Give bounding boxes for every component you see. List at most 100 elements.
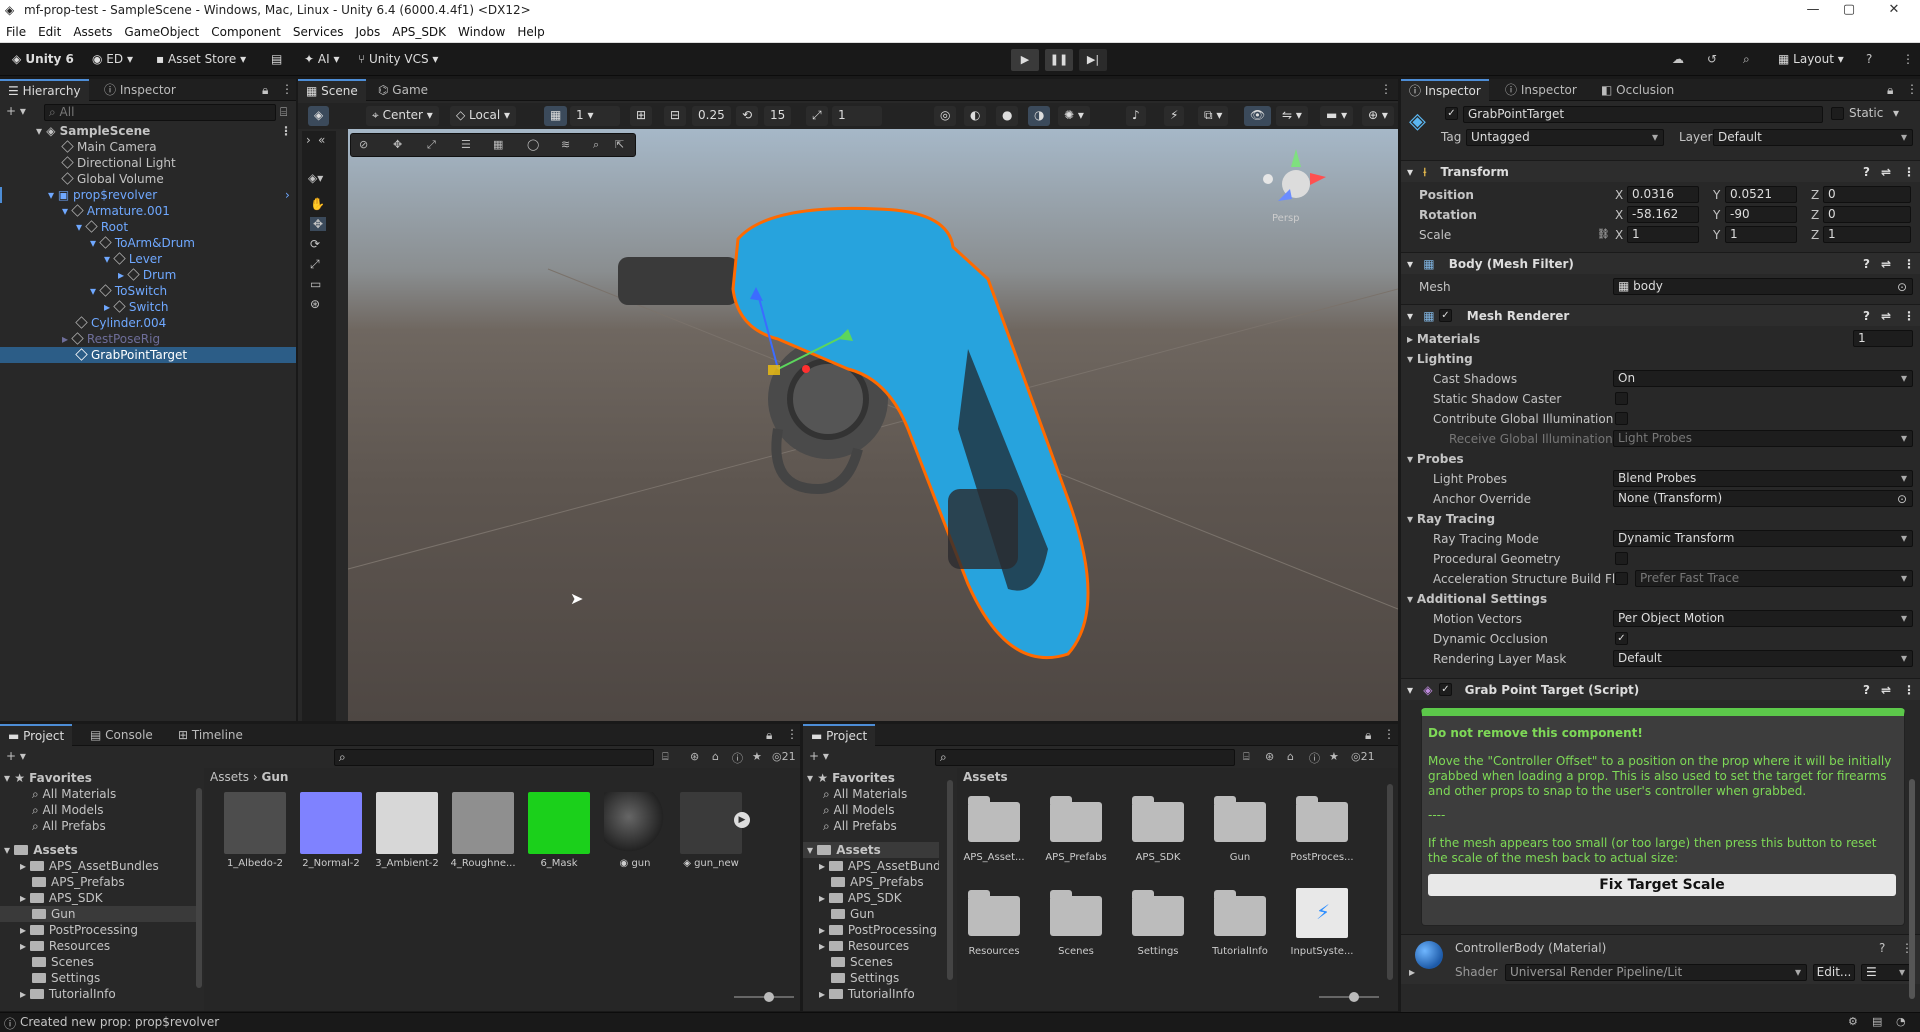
overlay-tool-9-icon[interactable]: ⇱: [615, 138, 624, 151]
collapse-arrow-icon[interactable]: ▸: [20, 923, 30, 937]
tab-game[interactable]: ⌬ Game: [370, 79, 436, 101]
materials-row[interactable]: ▸ Materials 1: [1401, 329, 1920, 349]
proc-geo-checkbox[interactable]: [1615, 552, 1628, 565]
object-name-field[interactable]: GrabPointTarget: [1463, 106, 1823, 123]
foldout-arrow-icon[interactable]: ▾: [1407, 309, 1413, 323]
static-dropdown-icon[interactable]: ▾: [1893, 106, 1899, 120]
asset-folder-aps-assetbundles[interactable]: APS_Asset...: [959, 790, 1029, 863]
effects-icon[interactable]: ✺ ▾: [1058, 106, 1090, 126]
expand-arrow-icon[interactable]: ▾: [62, 204, 72, 218]
folder-tutorialinfo[interactable]: ▸ TutorialInfo: [803, 986, 939, 1002]
tree-item-main-camera[interactable]: Main Camera: [0, 139, 296, 155]
favorite-star-icon[interactable]: ★: [1329, 750, 1339, 763]
folder-tutorialinfo[interactable]: ▸ TutorialInfo: [0, 986, 196, 1002]
favorite-all-models[interactable]: ⌕ All Models: [0, 802, 196, 818]
tree-item-prop-revolver[interactable]: ▾ ▣ prop$revolver ›: [0, 187, 296, 203]
history-icon[interactable]: ↺: [1707, 52, 1717, 66]
transform-tool-icon[interactable]: ⊛: [310, 297, 320, 311]
tab-scene[interactable]: ▦ Scene: [298, 79, 366, 101]
fix-target-scale-button[interactable]: Fix Target Scale: [1428, 874, 1896, 896]
collapse-arrow-icon[interactable]: ▸: [62, 332, 72, 346]
static-shadow-checkbox[interactable]: [1615, 392, 1628, 405]
collapse-tools-icon[interactable]: ›: [306, 133, 311, 147]
folder-settings[interactable]: Settings: [803, 970, 939, 986]
cast-shadows-dropdown[interactable]: On: [1613, 370, 1913, 387]
lock-icon[interactable]: 🔒︎: [766, 728, 772, 743]
project-search-input[interactable]: ⌕: [334, 749, 654, 766]
increment-snap-icon[interactable]: ⊟: [664, 106, 687, 126]
grid-snap-icon[interactable]: ⊞: [630, 106, 653, 126]
object-tools-dropdown[interactable]: ◈▾: [308, 171, 323, 185]
mesh-renderer-enabled-checkbox[interactable]: ✓: [1439, 309, 1452, 322]
rt-mode-dropdown[interactable]: Dynamic Transform: [1613, 530, 1913, 547]
breadcrumb-assets[interactable]: Assets: [210, 770, 249, 784]
ai-dropdown[interactable]: ✦ AI ▾: [298, 50, 345, 70]
component-menu-icon[interactable]: ⋮: [1903, 305, 1915, 327]
pause-button[interactable]: ❚❚: [1045, 49, 1073, 71]
asset-folder-settings[interactable]: Settings: [1123, 884, 1193, 957]
scale-snap-field[interactable]: 1: [832, 106, 882, 126]
revolver-model[interactable]: [618, 206, 1090, 660]
panel-menu-icon[interactable]: ⋮: [281, 82, 293, 96]
grid-size-field[interactable]: 1 ▾: [570, 106, 620, 126]
collapse-arrow-icon[interactable]: ▸: [20, 987, 30, 1001]
script-header[interactable]: ▾ ◈ ✓ Grab Point Target (Script) ? ⇌ ⋮: [1401, 678, 1920, 700]
shader-edit-button[interactable]: Edit...: [1813, 964, 1855, 981]
constrain-scale-icon[interactable]: ⛓: [1597, 225, 1610, 245]
foldout-arrow-icon[interactable]: ▾: [1407, 683, 1413, 697]
folder-aps-sdk[interactable]: ▸ APS_SDK: [0, 890, 196, 906]
asset-grid-scrollbar[interactable]: [1387, 784, 1393, 980]
fx-icon[interactable]: ⚡: [1164, 106, 1185, 126]
lit-icon[interactable]: ◑: [1028, 106, 1051, 126]
collapse-arrow-icon[interactable]: ▸: [104, 300, 114, 314]
tab-occlusion[interactable]: ◧ Occlusion: [1593, 79, 1682, 101]
orientation-gizmo[interactable]: [1263, 149, 1326, 201]
assets-foldout[interactable]: ▾ Assets: [803, 842, 939, 858]
folder-tree-scrollbar[interactable]: [196, 788, 202, 988]
tab-console[interactable]: ▤ Console: [82, 724, 161, 746]
space-dropdown[interactable]: ◇ Local ▾: [450, 106, 516, 126]
rotation-y-field[interactable]: -90: [1725, 206, 1797, 223]
grid-toggle[interactable]: ▦: [544, 106, 568, 126]
materials-count-field[interactable]: 1: [1853, 330, 1913, 347]
filter-label-icon[interactable]: ⌂: [712, 750, 719, 763]
filter-type-icon[interactable]: ⊛: [690, 750, 699, 763]
lock-icon[interactable]: 🔒︎: [1365, 728, 1371, 743]
asset-folder-aps-sdk[interactable]: APS_SDK: [1123, 790, 1193, 863]
expand-arrow-icon[interactable]: ▾: [104, 252, 114, 266]
overlay-tool-7-icon[interactable]: ≋: [561, 138, 570, 151]
component-menu-icon[interactable]: ⋮: [1903, 161, 1915, 183]
shader-options-dropdown[interactable]: ☰: [1861, 964, 1911, 981]
scene-canvas[interactable]: [348, 129, 1398, 721]
filter-label-icon[interactable]: ⌂: [1287, 750, 1294, 763]
expand-arrow-icon[interactable]: ▾: [36, 124, 46, 138]
favorite-all-prefabs[interactable]: ⌕ All Prefabs: [0, 818, 196, 834]
lighting-foldout[interactable]: ▾ Lighting: [1401, 349, 1920, 369]
asset-normal[interactable]: 2_Normal-2: [296, 792, 366, 869]
icon-size-slider[interactable]: [734, 992, 794, 1002]
gizmo-y-cone[interactable]: [1291, 149, 1301, 167]
slider-thumb[interactable]: [1349, 992, 1359, 1002]
expand-arrow-icon[interactable]: ▾: [76, 220, 86, 234]
assets-foldout[interactable]: ▾ Assets: [0, 842, 196, 858]
mesh-field[interactable]: ▦ body: [1613, 278, 1913, 295]
draw-mode-button[interactable]: ◈: [308, 106, 330, 126]
folder-resources[interactable]: ▸ Resources: [0, 938, 196, 954]
tab-inspector-left[interactable]: ⓘ Inspector: [96, 79, 184, 101]
foldout-arrow-icon[interactable]: ▾: [4, 771, 14, 785]
collapse-arrow-icon[interactable]: ▸: [118, 268, 128, 282]
collapse-arrow-icon[interactable]: ▸: [819, 923, 829, 937]
receive-gi-dropdown[interactable]: Light Probes: [1613, 430, 1913, 447]
light-probes-dropdown[interactable]: Blend Probes: [1613, 470, 1913, 487]
asset-gun[interactable]: ◉ gun: [600, 792, 670, 869]
menu-window[interactable]: Window: [452, 22, 511, 42]
favorite-all-materials[interactable]: ⌕ All Materials: [803, 786, 939, 802]
foldout-arrow-icon[interactable]: ▸: [1409, 965, 1415, 979]
folder-gun[interactable]: Gun: [0, 906, 196, 922]
collapse-arrow-icon[interactable]: ▸: [819, 987, 829, 1001]
tree-item-grabpointtarget[interactable]: GrabPointTarget: [0, 347, 296, 363]
scene-viewport[interactable]: Persp ➤: [348, 129, 1398, 721]
favorites-foldout[interactable]: ▾ ★ Favorites: [0, 770, 196, 786]
asset-folder-tutorialinfo[interactable]: TutorialInfo: [1205, 884, 1275, 957]
tree-item-restposerig[interactable]: ▸ RestPoseRig: [0, 331, 296, 347]
